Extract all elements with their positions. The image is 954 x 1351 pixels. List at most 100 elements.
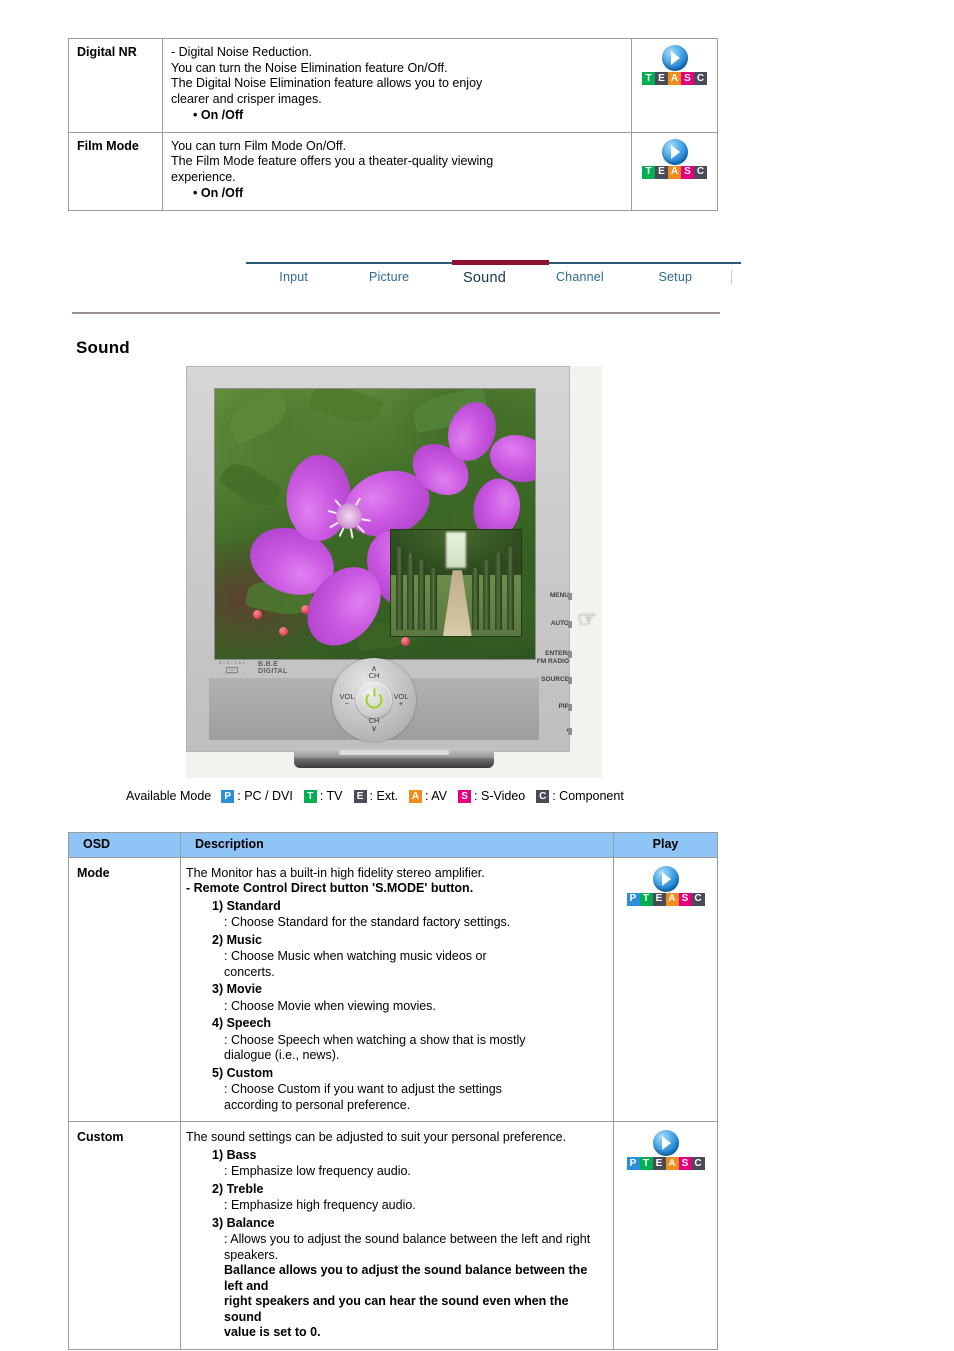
mode-badge-p: P — [626, 1157, 640, 1170]
side-button-indicator — [568, 651, 572, 658]
play-icon[interactable]: TEASC — [642, 138, 707, 179]
option-title: 5) Custom — [212, 1065, 274, 1080]
sound-settings-table: OSD Description Play Mode The Monitor has… — [68, 832, 718, 1350]
play-button-icon[interactable] — [661, 45, 688, 71]
monitor-body: D I G I T A L □□ SURROUND B.B.E DIGITAL … — [186, 366, 572, 753]
mode-badge-e: E — [655, 72, 668, 85]
side-button-indicator — [568, 621, 572, 628]
legend-text: : S-Video — [474, 789, 526, 803]
vol-down-sign: − — [344, 699, 350, 708]
mode-badge-s: S — [678, 1157, 692, 1170]
vol-up-sign: + — [398, 699, 404, 708]
table-header-row: OSD Description Play — [68, 832, 718, 858]
mode-badges: PTEASC — [626, 1157, 705, 1170]
power-icon — [365, 691, 383, 709]
mode-badge-a: A — [668, 165, 681, 179]
side-button-enter-fm-radio[interactable]: ENTER/FM RADIO — [537, 650, 569, 665]
available-mode-label: Available Mode — [126, 789, 212, 803]
power-button[interactable] — [356, 682, 392, 718]
header-play: Play — [613, 832, 718, 858]
mode-badge-a: A — [668, 72, 681, 85]
play-cell: TEASC — [631, 131, 718, 211]
osd-name: Custom — [68, 1121, 181, 1350]
option-bullet: • On /Off — [193, 108, 244, 122]
legend-item-p: P: PC / DVI — [221, 789, 293, 803]
legend-text: : PC / DVI — [237, 789, 293, 803]
option-description: : Choose Movie when viewing movies. — [224, 998, 436, 1013]
play-button-icon[interactable] — [652, 865, 679, 892]
monitor-illustration: D I G I T A L □□ SURROUND B.B.E DIGITAL … — [186, 366, 602, 778]
mode-badge-a: A — [665, 1157, 679, 1170]
side-button-indicator — [568, 677, 572, 684]
mode-badge-p: P — [626, 892, 640, 906]
play-button-icon[interactable] — [661, 138, 688, 165]
mode-badge-e: E — [652, 892, 666, 906]
pip-window — [390, 529, 522, 637]
legend-badge-a: A — [409, 789, 423, 803]
mode-badge-c: C — [691, 1157, 705, 1170]
mode-badges: TEASC — [642, 165, 707, 179]
mode-badge-a: A — [665, 892, 679, 906]
control-pad[interactable]: ∧ CH CH ∨ VOL − VOL + — [332, 658, 416, 742]
table-row: Custom The sound settings can be adjusted… — [68, 1121, 718, 1350]
table-row: Digital NR - Digital Noise Reduction. You … — [68, 38, 718, 133]
legend-text: : TV — [319, 789, 343, 803]
tab-input[interactable]: Input — [246, 270, 341, 286]
play-cell: TEASC — [631, 38, 718, 133]
mode-badge-s: S — [681, 165, 694, 179]
legend-item-a: A: AV — [409, 789, 447, 803]
osd-description: - Digital Noise Reduction. You can turn t… — [162, 38, 632, 133]
side-button-menu[interactable]: MENU — [550, 592, 569, 600]
tab-picture[interactable]: Picture — [341, 270, 436, 286]
ch-down-arrow-icon: ∨ — [371, 724, 377, 733]
option-title: 1) Bass — [212, 1147, 257, 1162]
tab-channel[interactable]: Channel — [532, 270, 627, 286]
hand-cursor-icon: ☞ — [575, 604, 599, 633]
mode-badge-t: T — [642, 165, 655, 179]
option-title: 3) Balance — [212, 1215, 275, 1230]
play-icon[interactable]: PTEASC — [626, 865, 705, 906]
osd-description: You can turn Film Mode On/Off. The Film M… — [162, 131, 632, 211]
mode-badge-c: C — [694, 165, 707, 179]
play-icon[interactable]: PTEASC — [626, 1130, 705, 1170]
option-description: : Choose Speech when watching a show tha… — [224, 1032, 526, 1063]
tab-sound[interactable]: Sound — [437, 270, 532, 286]
tab-setup[interactable]: Setup — [628, 270, 723, 286]
mode-badge-s: S — [681, 72, 694, 85]
option-note: Ballance allows you to adjust the sound … — [224, 1263, 588, 1339]
play-icon[interactable]: TEASC — [642, 45, 707, 85]
legend-item-s: S: S-Video — [458, 789, 525, 803]
active-tab-indicator — [452, 260, 549, 265]
mode-badge-t: T — [639, 1157, 653, 1170]
option-description: : Choose Music when watching music video… — [224, 949, 487, 979]
option-description: : Emphasize high frequency audio. — [224, 1198, 416, 1212]
monitor-side-buttons[interactable]: MENUAUTOENTER/FM RADIOSOURCEPIP◑ — [537, 367, 572, 753]
section-tabs[interactable]: Input Picture Sound Channel Setup │ — [72, 260, 741, 314]
header-description: Description — [180, 832, 614, 858]
side-button-indicator — [568, 704, 572, 711]
option-description: : Choose Custom if you want to adjust th… — [224, 1082, 502, 1112]
available-mode-legend: Available Mode P: PC / DVI T: TV E: Ext. A:… — [126, 789, 635, 803]
play-button-icon[interactable] — [652, 1130, 679, 1156]
side-button-source[interactable]: SOURCE — [541, 676, 569, 684]
osd-description: The Monitor has a built-in high fidelity… — [180, 856, 614, 1122]
side-button-auto[interactable]: AUTO — [551, 620, 569, 628]
side-button-indicator — [568, 593, 572, 600]
option-description: : Emphasize low frequency audio. — [224, 1164, 411, 1178]
mode-badge-s: S — [678, 892, 692, 906]
bbe-logo: B.B.E DIGITAL — [258, 661, 288, 675]
description-intro: The sound settings can be adjusted to su… — [186, 1130, 567, 1144]
tabs-bottom-rule — [72, 312, 720, 314]
picture-settings-table: Digital NR - Digital Noise Reduction. You … — [68, 38, 718, 211]
table-row: Film Mode You can turn Film Mode On/Off. T… — [68, 131, 718, 211]
option-title: 3) Movie — [212, 982, 263, 996]
option-bullet: • On /Off — [193, 186, 244, 200]
mode-badge-c: C — [694, 72, 707, 85]
legend-text: : Component — [552, 789, 624, 803]
option-title: 2) Music — [212, 932, 263, 947]
legend-badge-c: C — [536, 789, 550, 803]
option-description: : Choose Standard for the standard facto… — [224, 915, 511, 929]
remote-hint: - Remote Control Direct button 'S.MODE' … — [186, 881, 474, 895]
option-title: 2) Treble — [212, 1181, 264, 1196]
legend-text: : Ext. — [369, 789, 399, 803]
